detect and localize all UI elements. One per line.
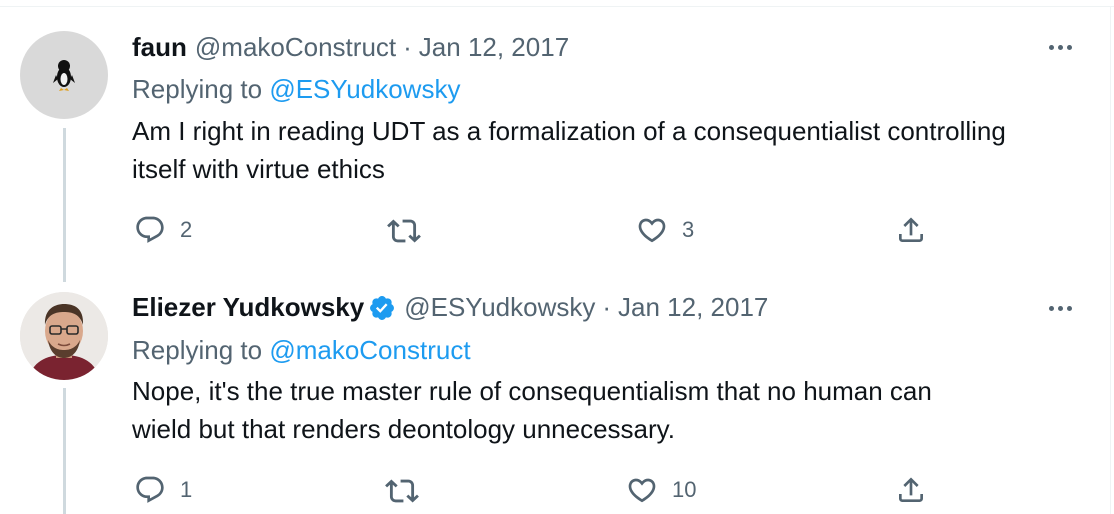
right-border <box>1110 6 1111 514</box>
thread-line <box>63 128 66 282</box>
share-button[interactable] <box>895 214 927 246</box>
like-button[interactable]: 10 <box>626 474 696 506</box>
like-count: 10 <box>672 477 697 502</box>
retweet-button[interactable] <box>385 474 433 508</box>
share-button[interactable] <box>895 474 927 506</box>
reply-button[interactable]: 2 <box>134 214 192 246</box>
tweet-text: Am I right in reading UDT as a formaliza… <box>132 112 1092 188</box>
author-handle[interactable]: @makoConstruct <box>195 32 396 63</box>
more-icon[interactable] <box>1049 306 1072 311</box>
retweet-icon <box>387 219 421 243</box>
author-name[interactable]: Eliezer Yudkowsky <box>132 292 364 323</box>
tweet-date[interactable]: Jan 12, 2017 <box>419 32 569 63</box>
tweet-text-line: itself with virtue ethics <box>132 154 385 184</box>
more-icon[interactable] <box>1049 45 1072 50</box>
replying-prefix: Replying to <box>132 335 263 365</box>
reply-icon <box>136 216 164 243</box>
reply-icon <box>136 476 164 503</box>
replying-to: Replying to @makoConstruct <box>132 335 471 366</box>
reply-button[interactable]: 1 <box>134 474 192 506</box>
replying-to-link[interactable]: @makoConstruct <box>269 335 470 365</box>
reply-count: 1 <box>180 477 193 502</box>
separator-dot: · <box>403 32 412 62</box>
thread-line <box>63 388 66 514</box>
tweet-date[interactable]: Jan 12, 2017 <box>618 292 768 323</box>
avatar[interactable] <box>20 31 108 119</box>
tweet-1[interactable]: faun @makoConstruct · Jan 12, 2017 Reply… <box>0 0 1110 282</box>
verified-badge-icon <box>368 294 396 322</box>
tweet-text-line: Nope, it's the true master rule of conse… <box>132 376 932 406</box>
penguin-avatar-image <box>53 60 75 91</box>
share-icon <box>899 477 923 502</box>
separator-dot: · <box>602 292 612 322</box>
tweet-header: Eliezer Yudkowsky @ESYudkowsky · Jan 12,… <box>132 292 768 323</box>
tweet-2[interactable]: Eliezer Yudkowsky @ESYudkowsky · Jan 12,… <box>0 260 1110 514</box>
like-icon <box>638 218 666 243</box>
avatar[interactable] <box>20 292 108 380</box>
replying-to: Replying to @ESYudkowsky <box>132 74 460 105</box>
tweet-text-line: wield but that renders deontology unnece… <box>132 414 675 444</box>
tweet-header: faun @makoConstruct · Jan 12, 2017 <box>132 32 569 63</box>
retweet-button[interactable] <box>387 214 435 248</box>
author-handle[interactable]: @ESYudkowsky <box>404 292 595 323</box>
like-button[interactable]: 3 <box>636 214 694 246</box>
like-count: 3 <box>682 217 695 242</box>
reply-count: 2 <box>180 217 193 242</box>
replying-to-link[interactable]: @ESYudkowsky <box>269 74 460 104</box>
author-name[interactable]: faun <box>132 32 187 63</box>
retweet-icon <box>385 479 419 503</box>
replying-prefix: Replying to <box>132 74 263 104</box>
user-photo-avatar <box>20 292 108 380</box>
share-icon <box>899 217 923 242</box>
tweet-text-line: Am I right in reading UDT as a formaliza… <box>132 116 1006 146</box>
like-icon <box>628 478 656 503</box>
tweet-text: Nope, it's the true master rule of conse… <box>132 372 1092 448</box>
